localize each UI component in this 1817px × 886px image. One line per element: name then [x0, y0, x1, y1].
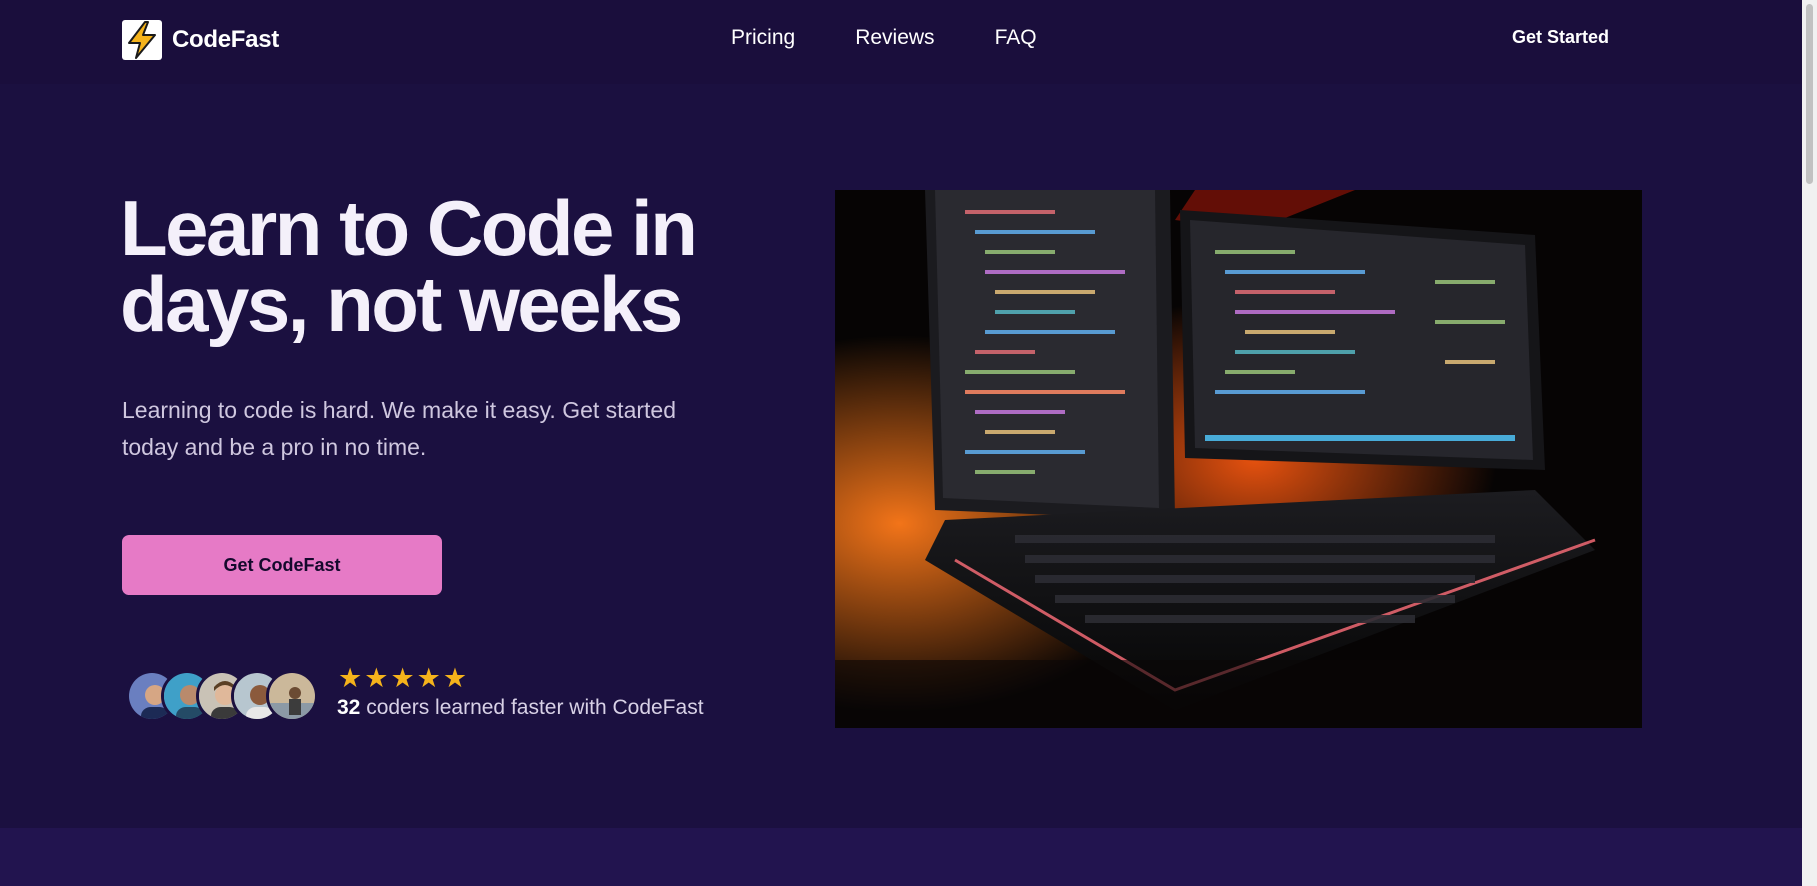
- star-icon: ★: [442, 663, 468, 693]
- get-codefast-button[interactable]: Get CodeFast: [122, 535, 442, 595]
- lightning-bolt-icon: [122, 20, 162, 60]
- hero-title: Learn to Code in days, not weeks: [120, 184, 698, 348]
- main-nav: Pricing Reviews FAQ: [731, 26, 1037, 50]
- star-icon: ★: [364, 663, 389, 693]
- nav-link-pricing[interactable]: Pricing: [731, 26, 795, 50]
- nav-link-reviews[interactable]: Reviews: [855, 26, 934, 50]
- brand-link[interactable]: CodeFast: [122, 20, 279, 60]
- page-scrollbar[interactable]: [1802, 0, 1817, 886]
- rating-stars: ★ ★ ★ ★ ★: [338, 665, 467, 692]
- star-icon: ★: [338, 663, 363, 693]
- scrollbar-thumb[interactable]: [1806, 4, 1813, 184]
- star-icon: ★: [390, 663, 415, 693]
- social-proof-label: coders learned faster with CodeFast: [360, 696, 704, 719]
- site-header: CodeFast Pricing Reviews FAQ Get Started: [0, 0, 1802, 84]
- next-section: [0, 828, 1802, 886]
- hero-image: [835, 190, 1642, 728]
- get-started-link[interactable]: Get Started: [1512, 27, 1609, 48]
- avatar: [266, 670, 318, 722]
- star-icon: ★: [416, 663, 441, 693]
- social-proof-text: 32 coders learned faster with CodeFast: [337, 696, 704, 720]
- nav-link-faq[interactable]: FAQ: [995, 26, 1037, 50]
- coder-count: 32: [337, 696, 361, 719]
- hero-subtitle: Learning to code is hard. We make it eas…: [122, 397, 676, 460]
- brand-name: CodeFast: [172, 26, 279, 53]
- landing-page: CodeFast Pricing Reviews FAQ Get Started…: [0, 0, 1817, 886]
